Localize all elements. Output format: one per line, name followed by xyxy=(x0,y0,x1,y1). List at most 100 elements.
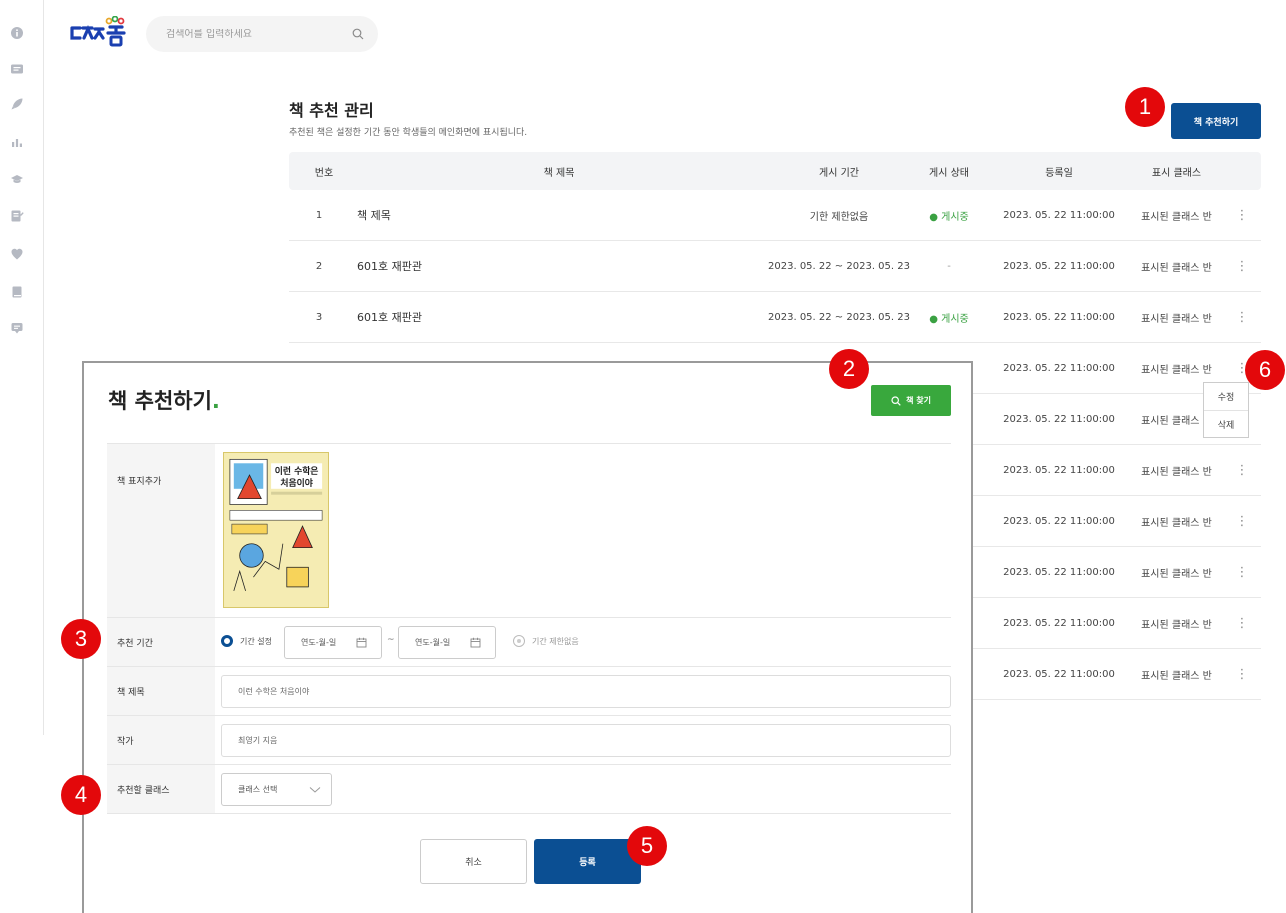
column-header-date: 등록일 xyxy=(1045,167,1073,179)
row-status: ● 게시중 xyxy=(929,211,969,223)
row-registered-date: 2023. 05. 22 11:00:00 xyxy=(1003,464,1115,476)
row-registered-date: 2023. 05. 22 11:00:00 xyxy=(1003,362,1115,374)
author-label: 작가 xyxy=(107,716,215,764)
find-book-label: 책 찾기 xyxy=(906,396,931,405)
class-select[interactable]: 클래스 선택 xyxy=(221,773,332,806)
search-bar[interactable] xyxy=(146,16,378,52)
row-display-class: 표시된 클래스 반 xyxy=(1141,262,1212,274)
row-period: 기한 제한없음 xyxy=(809,211,869,223)
cover-title-line1: 이런 수학은 xyxy=(275,465,319,477)
callout-marker-5: 5 xyxy=(627,826,667,866)
book-title-row: 책 제목 이런 수학은 처음이야 xyxy=(107,666,951,715)
row-display-class: 표시된 클래스 반 xyxy=(1141,211,1212,223)
start-date-input[interactable]: 연도-월-일 xyxy=(284,626,382,659)
search-input[interactable] xyxy=(166,28,352,40)
start-date-placeholder: 연도-월-일 xyxy=(301,638,337,647)
callout-marker-4: 4 xyxy=(61,775,101,815)
row-registered-date: 2023. 05. 22 11:00:00 xyxy=(1003,668,1115,680)
row-status: - xyxy=(947,260,951,272)
no-limit-label: 기간 제한없음 xyxy=(532,636,579,646)
period-setting-radio[interactable]: 기간 설정 xyxy=(221,635,272,647)
cover-row: 책 표지추가 이런 수학은 처음이야 xyxy=(107,443,951,617)
edit-menu-item[interactable]: 수정 xyxy=(1204,383,1248,410)
book-cover-image[interactable]: 이런 수학은 처음이야 xyxy=(223,452,329,608)
row-display-class: 표시된 클래스 반 xyxy=(1141,313,1212,325)
cover-label: 책 표지추가 xyxy=(107,444,215,617)
callout-marker-1: 1 xyxy=(1125,87,1165,127)
row-registered-date: 2023. 05. 22 11:00:00 xyxy=(1003,515,1115,527)
graduation-cap-icon[interactable] xyxy=(10,172,24,186)
author-row: 작가 최영기 지음 xyxy=(107,715,951,764)
more-options-icon[interactable]: ⋮ xyxy=(1235,292,1249,342)
app-logo[interactable] xyxy=(70,15,132,52)
row-display-class: 표시된 클래스 반 xyxy=(1141,619,1212,631)
table-row[interactable]: 2 601호 재판관 2023. 05. 22 ~ 2023. 05. 23 - 202… xyxy=(289,241,1261,292)
heart-icon[interactable] xyxy=(10,247,24,261)
more-options-icon[interactable]: ⋮ xyxy=(1235,445,1249,495)
row-registered-date: 2023. 05. 22 11:00:00 xyxy=(1003,617,1115,629)
callout-marker-2: 2 xyxy=(829,349,869,389)
edit-note-icon[interactable] xyxy=(10,209,24,223)
callout-marker-3: 3 xyxy=(61,619,101,659)
book-title-label: 책 제목 xyxy=(107,667,215,715)
no-limit-radio[interactable]: 기간 제한없음 xyxy=(513,635,579,647)
more-options-icon[interactable]: ⋮ xyxy=(1235,598,1249,648)
row-display-class: 표시된 클래스 반 xyxy=(1141,517,1212,529)
more-options-icon[interactable]: ⋮ xyxy=(1235,241,1249,291)
submit-button[interactable]: 등록 xyxy=(534,839,641,884)
end-date-input[interactable]: 연도-월-일 xyxy=(398,626,496,659)
callout-marker-6: 6 xyxy=(1245,350,1285,390)
info-icon[interactable] xyxy=(10,26,24,40)
author-input[interactable]: 최영기 지음 xyxy=(221,724,951,757)
row-display-class: 표시된 클래스 반 xyxy=(1141,466,1212,478)
class-label: 추천할 클래스 xyxy=(107,765,215,813)
column-header-number: 번호 xyxy=(314,167,334,179)
table-header: 번호 책 제목 게시 기간 게시 상태 등록일 표시 클래스 xyxy=(289,152,1261,190)
modal-title: 책 추천하기. xyxy=(108,385,220,415)
more-options-icon[interactable]: ⋮ xyxy=(1235,547,1249,597)
row-registered-date: 2023. 05. 22 11:00:00 xyxy=(1003,413,1115,425)
table-row[interactable]: 1 책 제목 기한 제한없음 ● 게시중 2023. 05. 22 11:00:00 표시… xyxy=(289,190,1261,241)
row-book-title[interactable]: 601호 재판관 xyxy=(357,241,422,291)
period-label: 추천 기간 xyxy=(107,618,215,666)
row-number: 1 xyxy=(315,209,323,221)
book-icon[interactable] xyxy=(10,285,24,299)
column-header-status: 게시 상태 xyxy=(929,167,969,179)
modal-title-text: 책 추천하기 xyxy=(108,389,212,413)
rocket-icon[interactable] xyxy=(10,97,24,111)
more-options-icon[interactable]: ⋮ xyxy=(1235,496,1249,546)
delete-menu-item[interactable]: 삭제 xyxy=(1204,410,1248,437)
chevron-down-icon xyxy=(309,786,321,793)
row-status: ● 게시중 xyxy=(929,313,969,325)
row-period: 2023. 05. 22 ~ 2023. 05. 23 xyxy=(768,311,910,323)
calendar-icon xyxy=(470,637,481,648)
more-options-icon[interactable]: ⋮ xyxy=(1235,190,1249,240)
recommend-book-button[interactable]: 책 추천하기 xyxy=(1171,103,1261,139)
recommend-book-modal: 책 추천하기. 책 찾기 책 표지추가 이런 수학은 처음이야 추천 기간 기간… xyxy=(82,361,973,913)
column-header-title: 책 제목 xyxy=(543,167,575,179)
column-header-class: 표시 클래스 xyxy=(1151,167,1202,179)
row-book-title[interactable]: 책 제목 xyxy=(357,190,391,240)
chart-icon[interactable] xyxy=(10,135,24,149)
table-row[interactable]: 3 601호 재판관 2023. 05. 22 ~ 2023. 05. 23 ● 게시… xyxy=(289,292,1261,343)
book-title-input[interactable]: 이런 수학은 처음이야 xyxy=(221,675,951,708)
column-header-period: 게시 기간 xyxy=(819,167,859,179)
row-display-class: 표시된 클래스 반 xyxy=(1141,568,1212,580)
find-book-button[interactable]: 책 찾기 xyxy=(871,385,951,416)
more-options-icon[interactable]: ⋮ xyxy=(1235,649,1249,699)
cancel-button[interactable]: 취소 xyxy=(420,839,527,884)
row-registered-date: 2023. 05. 22 11:00:00 xyxy=(1003,209,1115,221)
search-icon xyxy=(891,395,901,406)
board-icon[interactable] xyxy=(10,62,24,76)
row-book-title[interactable]: 601호 재판관 xyxy=(357,292,422,342)
row-registered-date: 2023. 05. 22 11:00:00 xyxy=(1003,311,1115,323)
date-range-separator: ~ xyxy=(387,635,395,645)
search-icon[interactable] xyxy=(352,25,364,44)
cover-title-line2: 처음이야 xyxy=(280,477,313,489)
row-registered-date: 2023. 05. 22 11:00:00 xyxy=(1003,260,1115,272)
row-number: 2 xyxy=(315,260,323,272)
row-context-menu: 수정 삭제 xyxy=(1203,382,1249,438)
chat-icon[interactable] xyxy=(10,321,24,335)
row-display-class: 표시된 클래스 반 xyxy=(1141,670,1212,682)
end-date-placeholder: 연도-월-일 xyxy=(415,638,451,647)
